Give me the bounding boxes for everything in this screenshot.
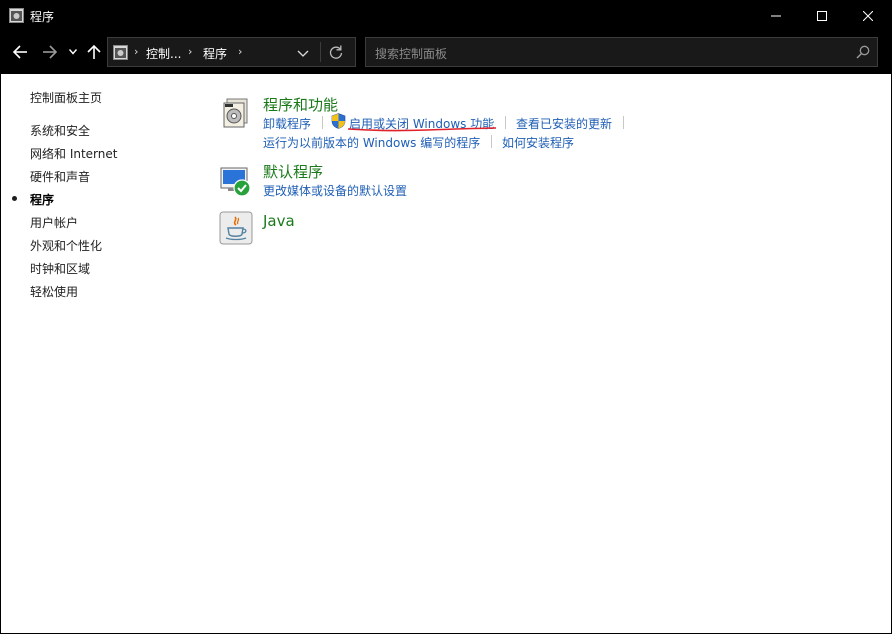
sidebar: 控制面板主页 系统和安全 网络和 Internet 硬件和声音 程序 用户帐户 … xyxy=(1,74,201,633)
sidebar-item-programs[interactable]: 程序 xyxy=(30,191,54,208)
sidebar-item-system-security[interactable]: 系统和安全 xyxy=(30,122,90,139)
breadcrumb-control-panel[interactable]: 控制... xyxy=(146,45,181,62)
close-button[interactable] xyxy=(845,0,891,31)
breadcrumb-programs[interactable]: 程序 xyxy=(203,45,227,62)
active-item-bullet xyxy=(12,196,17,201)
address-bar[interactable]: › 控制... › 程序 › xyxy=(107,37,356,67)
breadcrumb-chevron-icon: › xyxy=(238,45,243,58)
programs-features-icon[interactable] xyxy=(219,96,253,130)
category-java[interactable]: Java xyxy=(263,212,295,230)
forward-button[interactable] xyxy=(40,41,60,63)
minimize-button[interactable] xyxy=(753,0,799,31)
content-area: 控制面板主页 系统和安全 网络和 Internet 硬件和声音 程序 用户帐户 … xyxy=(1,74,891,633)
forward-arrow-icon xyxy=(43,45,58,59)
back-arrow-icon xyxy=(12,45,27,59)
link-separator xyxy=(505,116,506,129)
maximize-icon xyxy=(817,10,827,21)
up-arrow-icon xyxy=(87,44,101,59)
control-panel-icon xyxy=(9,8,24,23)
sidebar-home-link[interactable]: 控制面板主页 xyxy=(30,89,102,106)
search-box[interactable]: 搜索控制面板 xyxy=(365,37,878,67)
link-uninstall-program[interactable]: 卸载程序 xyxy=(263,115,311,132)
link-change-media-defaults[interactable]: 更改媒体或设备的默认设置 xyxy=(263,182,407,199)
refresh-icon[interactable] xyxy=(328,44,344,60)
category-default-programs[interactable]: 默认程序 xyxy=(263,161,323,182)
red-annotation-underline xyxy=(347,127,497,132)
recent-locations-icon xyxy=(69,49,77,55)
uac-shield-icon xyxy=(331,113,346,129)
link-separator xyxy=(491,135,492,148)
minimize-icon xyxy=(771,15,781,16)
link-how-to-install[interactable]: 如何安装程序 xyxy=(502,134,574,151)
up-button[interactable] xyxy=(85,41,103,63)
maximize-button[interactable] xyxy=(799,0,845,31)
search-icon[interactable] xyxy=(856,45,870,59)
address-divider xyxy=(320,42,321,62)
search-placeholder: 搜索控制面板 xyxy=(375,47,448,61)
close-icon xyxy=(863,10,873,21)
sidebar-item-clock-region[interactable]: 时钟和区域 xyxy=(30,260,90,277)
default-programs-icon[interactable] xyxy=(219,164,253,198)
back-button[interactable] xyxy=(10,41,30,63)
sidebar-item-network-internet[interactable]: 网络和 Internet xyxy=(30,145,117,162)
navigation-bar: › 控制... › 程序 › 搜索控制面板 xyxy=(0,31,892,74)
category-programs-features[interactable]: 程序和功能 xyxy=(263,94,338,115)
window-title: 程序 xyxy=(30,10,55,24)
link-run-older-programs[interactable]: 运行为以前版本的 Windows 编写的程序 xyxy=(263,134,480,151)
sidebar-item-appearance[interactable]: 外观和个性化 xyxy=(30,237,102,254)
address-dropdown-icon[interactable] xyxy=(296,47,310,59)
sidebar-item-ease-of-access[interactable]: 轻松使用 xyxy=(30,283,78,300)
link-separator xyxy=(322,116,323,129)
java-icon[interactable] xyxy=(219,211,253,245)
title-bar: 程序 xyxy=(0,0,892,31)
link-view-installed-updates[interactable]: 查看已安装的更新 xyxy=(516,115,612,132)
link-separator xyxy=(623,116,624,129)
sidebar-item-user-accounts[interactable]: 用户帐户 xyxy=(30,214,78,231)
breadcrumb-chevron-icon: › xyxy=(134,45,139,58)
recent-locations-button[interactable] xyxy=(66,41,80,63)
control-panel-icon xyxy=(113,45,128,60)
sidebar-item-hardware-sound[interactable]: 硬件和声音 xyxy=(30,168,90,185)
breadcrumb-chevron-icon: › xyxy=(188,45,193,58)
